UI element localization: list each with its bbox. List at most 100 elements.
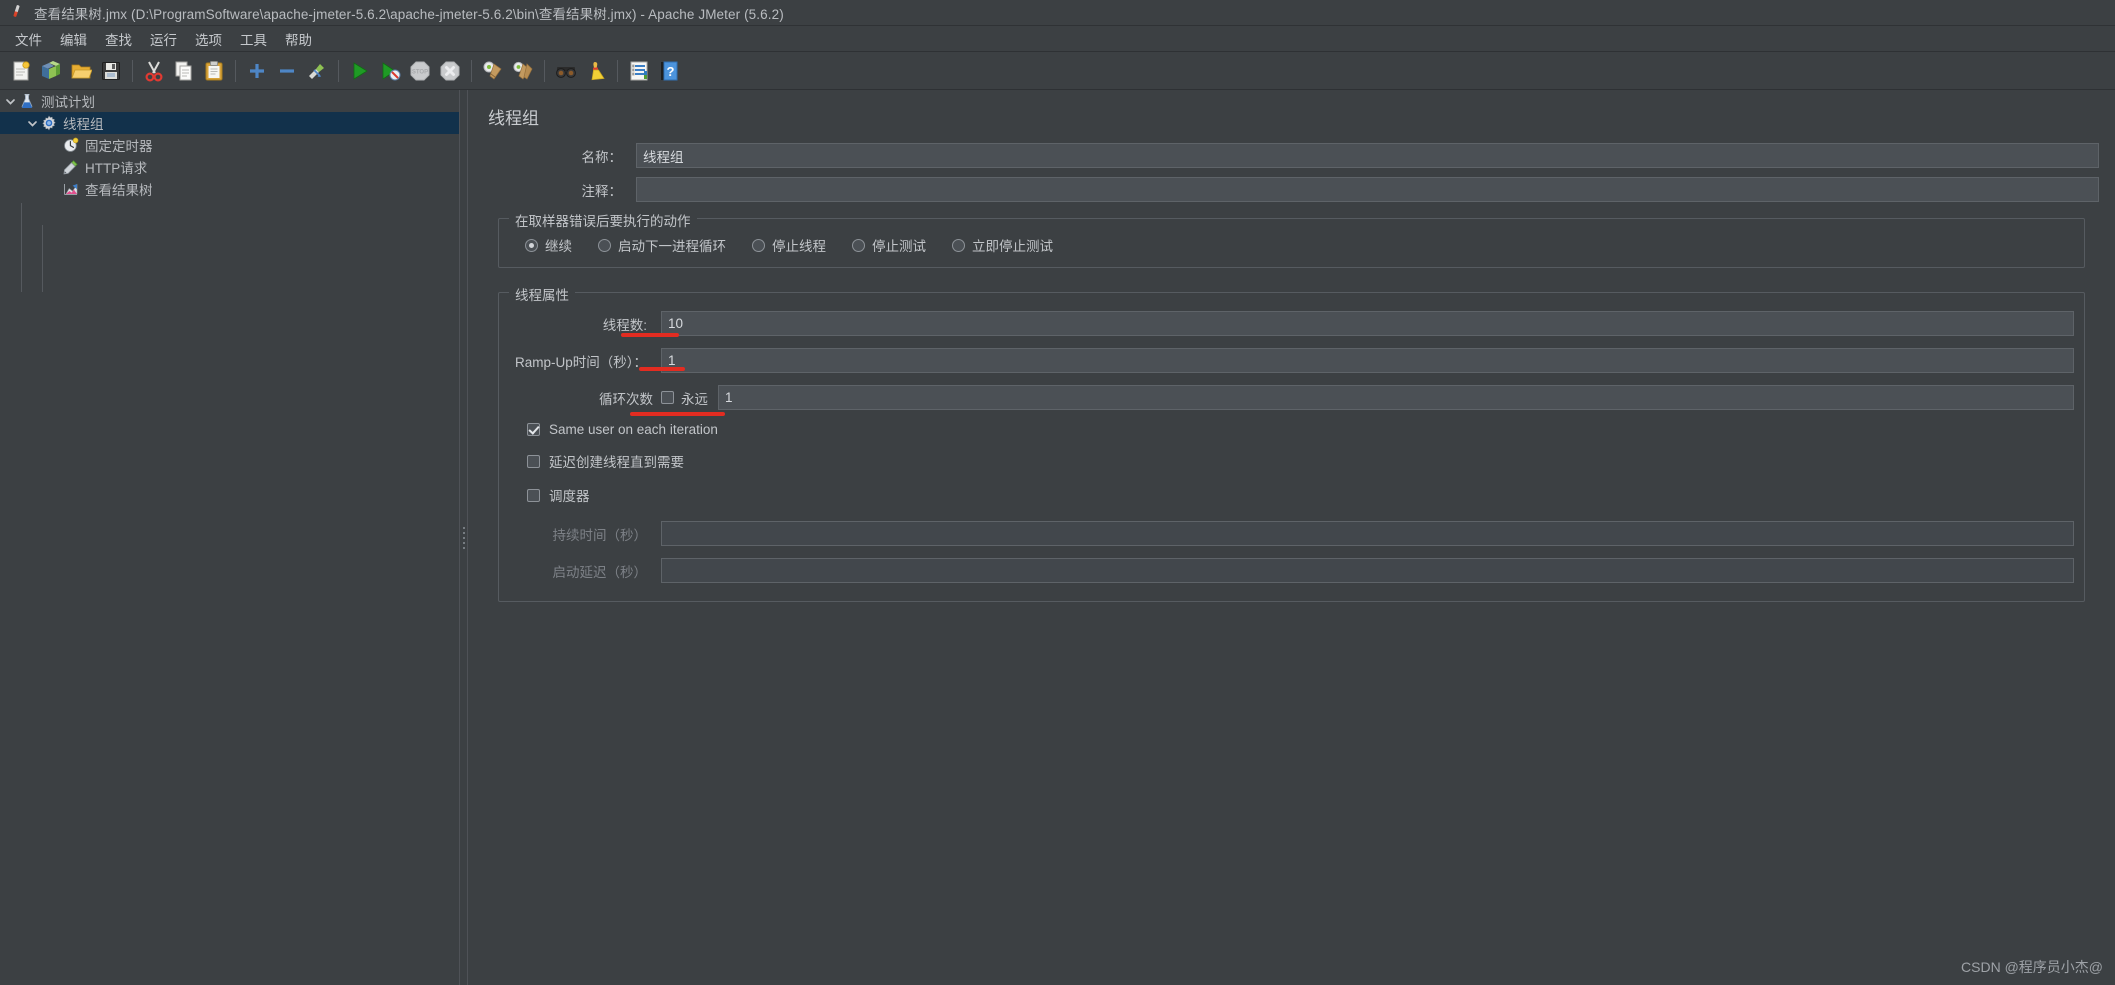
menu-file[interactable]: 文件 <box>6 26 51 52</box>
scheduler-checkbox[interactable]: 调度器 <box>527 485 2074 505</box>
startup-delay-row: 启动延迟（秒） <box>509 558 2074 583</box>
http-request-icon <box>62 158 80 176</box>
chevron-down-icon[interactable] <box>2 93 18 109</box>
test-plan-icon <box>18 92 36 110</box>
thread-group-config-panel: 线程组 名称： 注释： 在取样器错误后要执行的动作 继续 <box>468 90 2115 985</box>
radio-label: 停止测试 <box>872 239 926 254</box>
toggle-icon[interactable] <box>302 56 332 86</box>
thread-properties-legend: 线程属性 <box>509 284 575 304</box>
startup-delay-input[interactable] <box>661 558 2074 583</box>
constant-timer-icon <box>62 136 80 154</box>
shutdown-icon[interactable] <box>435 56 465 86</box>
num-threads-input[interactable] <box>661 311 2074 336</box>
tree-node-constant-timer[interactable]: 固定定时器 <box>0 134 459 156</box>
radio-continue[interactable]: 继续 <box>525 235 572 255</box>
main-content: 测试计划 线程组 固定定时器 HTTP请求 查看结果树 线程组 名称： 线程组 … <box>0 90 2115 985</box>
tree-node-test-plan[interactable]: 测试计划 <box>0 90 459 112</box>
start-no-pauses-icon[interactable] <box>375 56 405 86</box>
radio-stop-thread[interactable]: 停止线程 <box>752 235 826 255</box>
duration-label: 持续时间（秒） <box>552 527 648 543</box>
ramp-up-input[interactable] <box>661 348 2074 373</box>
cut-icon[interactable] <box>139 56 169 86</box>
menu-options[interactable]: 选项 <box>186 26 231 52</box>
comment-label: 注释： <box>581 183 623 199</box>
radio-label: 停止线程 <box>772 239 826 254</box>
templates-icon[interactable] <box>36 56 66 86</box>
thread-group-icon <box>40 114 58 132</box>
checkbox-box-icon <box>661 391 674 404</box>
window-title: 查看结果树.jmx (D:\ProgramSoftware\apache-jme… <box>34 6 784 22</box>
radio-label: 立即停止测试 <box>972 239 1053 254</box>
toolbar-separator <box>617 59 618 82</box>
comment-row: 注释： <box>484 177 2099 202</box>
test-plan-tree-panel[interactable]: 测试计划 线程组 固定定时器 HTTP请求 查看结果树 <box>0 90 459 985</box>
error-action-radio-group: 继续 启动下一进程循环 停止线程 停止测试 立即停止测试 <box>509 235 2074 255</box>
radio-dot-icon <box>852 238 865 252</box>
loop-count-input[interactable] <box>718 385 2074 410</box>
window-titlebar: 查看结果树.jmx (D:\ProgramSoftware\apache-jme… <box>0 0 2115 26</box>
tree-guide-line <box>42 225 43 292</box>
forever-checkbox[interactable]: 永远 <box>661 388 708 408</box>
duration-input[interactable] <box>661 521 2074 546</box>
num-threads-row: 线程数: <box>509 311 2074 336</box>
open-icon[interactable] <box>66 56 96 86</box>
help-icon[interactable]: ? <box>654 56 684 86</box>
checkbox-box-icon <box>527 423 540 436</box>
clear-icon[interactable] <box>478 56 508 86</box>
tree-node-http-request[interactable]: HTTP请求 <box>0 156 459 178</box>
radio-label: 启动下一进程循环 <box>618 239 726 254</box>
thread-group-form: 名称： 注释： 在取样器错误后要执行的动作 继续 启动下一进程循环 <box>468 129 2115 602</box>
toolbar-separator <box>235 59 236 82</box>
name-row: 名称： <box>484 143 2099 168</box>
tree-node-view-results-tree[interactable]: 查看结果树 <box>0 178 459 200</box>
radio-dot-icon <box>525 238 538 252</box>
radio-dot-icon <box>952 238 965 252</box>
jmeter-feather-icon <box>8 4 26 22</box>
thread-properties-groupbox: 线程属性 线程数: Ramp-Up时间（秒）： 循环次数 永远 <box>498 284 2085 602</box>
tree-node-thread-group[interactable]: 线程组 <box>0 112 459 134</box>
clear-all-icon[interactable] <box>508 56 538 86</box>
menu-edit[interactable]: 编辑 <box>51 26 96 52</box>
splitter-grip-icon <box>463 526 466 549</box>
radio-stop-test[interactable]: 停止测试 <box>852 235 926 255</box>
radio-label: 继续 <box>545 239 572 254</box>
save-icon[interactable] <box>96 56 126 86</box>
function-helper-icon[interactable] <box>624 56 654 86</box>
loop-count-label: 循环次数 <box>599 391 653 407</box>
menu-help[interactable]: 帮助 <box>276 26 321 52</box>
radio-stop-test-now[interactable]: 立即停止测试 <box>952 235 1053 255</box>
reset-search-icon[interactable] <box>581 56 611 86</box>
toolbar-separator <box>544 59 545 82</box>
collapse-all-icon[interactable] <box>272 56 302 86</box>
search-icon[interactable] <box>551 56 581 86</box>
name-input[interactable] <box>636 143 2099 168</box>
error-action-legend: 在取样器错误后要执行的动作 <box>509 210 697 230</box>
new-icon[interactable] <box>6 56 36 86</box>
checkbox-box-icon <box>527 488 540 502</box>
tree-node-label: 线程组 <box>63 117 104 132</box>
page-title: 线程组 <box>488 109 539 128</box>
menu-search[interactable]: 查找 <box>96 26 141 52</box>
checkbox-box-icon <box>527 454 540 468</box>
num-threads-label: 线程数: <box>602 317 647 333</box>
duration-row: 持续时间（秒） <box>509 521 2074 546</box>
forever-label: 永远 <box>681 391 708 407</box>
delay-thread-creation-checkbox[interactable]: 延迟创建线程直到需要 <box>527 451 2074 471</box>
start-icon[interactable] <box>345 56 375 86</box>
tree-node-label: 测试计划 <box>41 95 95 110</box>
menu-run[interactable]: 运行 <box>141 26 186 52</box>
annotation-underline-loopcount <box>630 412 725 416</box>
expand-all-icon[interactable] <box>242 56 272 86</box>
stop-icon[interactable]: STOP <box>405 56 435 86</box>
scheduler-label: 调度器 <box>549 489 590 504</box>
view-results-tree-icon <box>62 180 80 198</box>
tree-guide-line <box>21 203 22 292</box>
copy-icon[interactable] <box>169 56 199 86</box>
panel-splitter[interactable] <box>459 90 468 985</box>
same-user-checkbox[interactable]: Same user on each iteration <box>527 422 2074 437</box>
radio-start-next-loop[interactable]: 启动下一进程循环 <box>598 235 726 255</box>
menu-tools[interactable]: 工具 <box>231 26 276 52</box>
paste-icon[interactable] <box>199 56 229 86</box>
comment-input[interactable] <box>636 177 2099 202</box>
chevron-down-icon[interactable] <box>24 115 40 131</box>
